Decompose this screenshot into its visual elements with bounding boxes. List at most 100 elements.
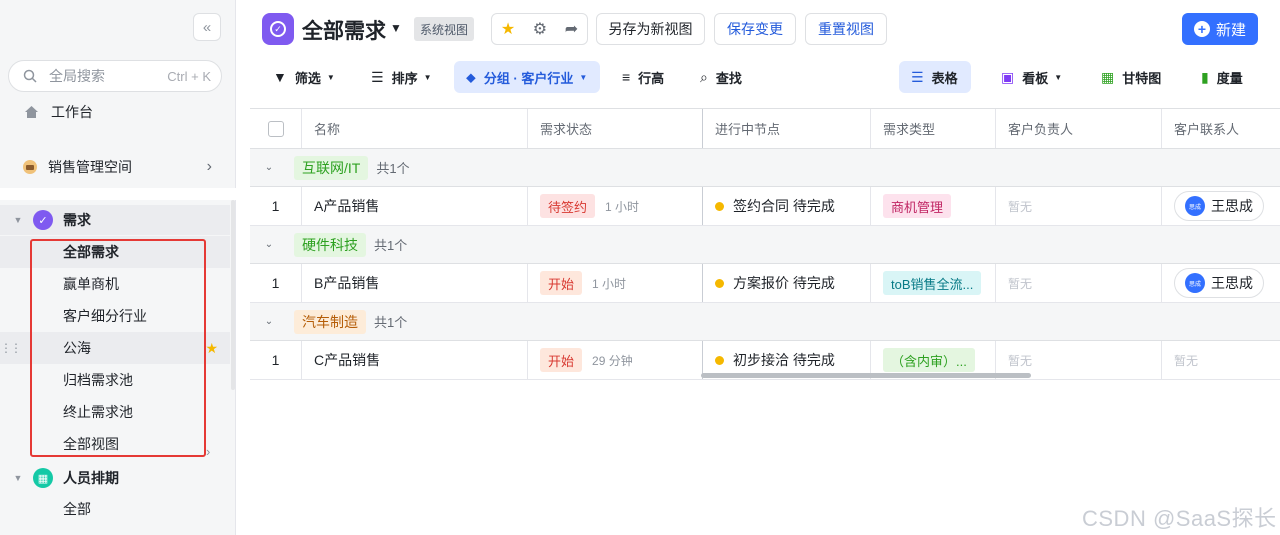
view-tab-gantt[interactable]: ▦ 甘特图 bbox=[1101, 61, 1161, 93]
node-text: 签约合同 待完成 bbox=[733, 198, 835, 214]
group-header-row[interactable]: ⌄ 互联网/IT 共1个 bbox=[250, 149, 1280, 187]
check-circle-icon: ✓ bbox=[33, 210, 53, 230]
column-header-contact[interactable]: 客户联系人 bbox=[1162, 109, 1280, 148]
column-header-status[interactable]: 需求状态 bbox=[528, 109, 703, 148]
page-title[interactable]: 全部需求 bbox=[302, 15, 386, 45]
chevron-down-icon[interactable]: ⌄ bbox=[250, 239, 288, 250]
contact-chip[interactable]: 思成 王思成 bbox=[1174, 268, 1264, 298]
row-height-button[interactable]: ≡ 行高 bbox=[622, 61, 664, 93]
filter-icon: ▼ bbox=[273, 69, 287, 85]
status-dot-icon bbox=[715, 278, 724, 288]
share-icon[interactable]: ➦ bbox=[565, 19, 578, 39]
table-row[interactable]: 1 B产品销售 开始 1 小时 方案报价 待完成 toB销售全流... 暂无 思… bbox=[250, 264, 1280, 303]
status-dot-icon bbox=[715, 355, 724, 365]
cell-status[interactable]: 待签约 1 小时 bbox=[528, 187, 703, 225]
table-row[interactable]: 1 A产品销售 待签约 1 小时 签约合同 待完成 商机管理 暂无 思成 王思成 bbox=[250, 187, 1280, 226]
group-by-button[interactable]: ⬥ 分组 · 客户行业 ▼ bbox=[454, 61, 600, 93]
sidebar-item-public-pool[interactable]: 公海 ★ bbox=[0, 332, 230, 364]
grid-icon: ▦ bbox=[33, 468, 53, 488]
type-tag: 商机管理 bbox=[883, 194, 952, 218]
contact-name: 王思成 bbox=[1211, 275, 1253, 291]
sidebar-item-customer-industry[interactable]: 客户细分行业 bbox=[0, 300, 230, 332]
chevron-right-icon[interactable]: › bbox=[206, 444, 210, 459]
sidebar-item-all-views[interactable]: 全部视图 bbox=[0, 428, 230, 460]
group-header-row[interactable]: ⌄ 硬件科技 共1个 bbox=[250, 226, 1280, 264]
table-header-row: 名称 需求状态 进行中节点 需求类型 客户负责人 客户联系人 bbox=[250, 108, 1280, 149]
sidebar-group-staff-schedule[interactable]: ▼ ▦ 人员排期 bbox=[0, 463, 230, 493]
caret-down-icon[interactable]: ▼ bbox=[390, 21, 402, 35]
caret-down-icon: ▼ bbox=[579, 72, 588, 82]
sidebar-item-all[interactable]: 全部 bbox=[0, 493, 230, 525]
column-header-name[interactable]: 名称 bbox=[302, 109, 528, 148]
column-header-type[interactable]: 需求类型 bbox=[871, 109, 996, 148]
group-tag: 互联网/IT bbox=[294, 155, 369, 180]
contact-chip[interactable]: 思成 王思成 bbox=[1174, 191, 1264, 221]
column-header-node[interactable]: 进行中节点 bbox=[703, 109, 871, 148]
chevron-down-icon[interactable]: ⌄ bbox=[250, 316, 288, 327]
sidebar-item-terminated-pool[interactable]: 终止需求池 bbox=[0, 396, 230, 428]
gear-icon[interactable]: ⚙ bbox=[533, 19, 547, 39]
row-index: 1 bbox=[250, 187, 302, 225]
space-emoji-icon bbox=[23, 160, 37, 174]
search-shortcut: Ctrl + K bbox=[167, 68, 211, 84]
cell-type[interactable]: 商机管理 bbox=[871, 187, 996, 225]
cell-name[interactable]: A产品销售 bbox=[302, 187, 528, 225]
view-actions-group: ★ ⚙ ➦ bbox=[491, 13, 588, 45]
reset-view-button[interactable]: 重置视图 bbox=[805, 13, 887, 45]
cell-contact[interactable]: 思成 王思成 bbox=[1162, 264, 1280, 302]
view-tab-table[interactable]: ☰ 表格 bbox=[899, 61, 971, 93]
column-header-owner[interactable]: 客户负责人 bbox=[996, 109, 1162, 148]
new-button[interactable]: + 新建 bbox=[1182, 13, 1258, 45]
new-button-label: 新建 bbox=[1215, 21, 1246, 39]
cell-status[interactable]: 开始 29 分钟 bbox=[528, 341, 703, 379]
sort-icon: ☰ bbox=[371, 68, 384, 85]
sidebar-item-sales-space[interactable]: 销售管理空间 › bbox=[0, 151, 230, 183]
system-view-badge: 系统视图 bbox=[414, 17, 475, 41]
view-tab-metric[interactable]: ▮ 度量 bbox=[1201, 61, 1243, 93]
type-tag: toB销售全流... bbox=[883, 271, 982, 295]
star-icon[interactable]: ★ bbox=[205, 340, 218, 357]
cell-type[interactable]: toB销售全流... bbox=[871, 264, 996, 302]
star-icon[interactable]: ★ bbox=[501, 19, 515, 39]
sidebar-item-label: 全部 bbox=[63, 501, 91, 517]
cell-node[interactable]: 方案报价 待完成 bbox=[703, 264, 871, 302]
sidebar-item-workbench[interactable]: 工作台 bbox=[0, 96, 230, 128]
collapse-sidebar-button[interactable]: « bbox=[193, 13, 221, 41]
table-horizontal-scrollbar[interactable] bbox=[701, 373, 1031, 378]
cell-owner[interactable]: 暂无 bbox=[996, 187, 1162, 225]
drag-handle-icon[interactable]: ⋮⋮ bbox=[0, 341, 22, 355]
chevron-down-icon[interactable]: ⌄ bbox=[250, 162, 288, 173]
cell-owner[interactable]: 暂无 bbox=[996, 264, 1162, 302]
cell-name[interactable]: B产品销售 bbox=[302, 264, 528, 302]
cell-contact[interactable]: 暂无 bbox=[1162, 341, 1280, 379]
filter-button[interactable]: ▼ 筛选 ▼ bbox=[273, 61, 335, 93]
sidebar-item-label: 公海 bbox=[63, 340, 91, 356]
cell-name[interactable]: C产品销售 bbox=[302, 341, 528, 379]
sort-button[interactable]: ☰ 排序 ▼ bbox=[371, 61, 432, 93]
cell-node[interactable]: 签约合同 待完成 bbox=[703, 187, 871, 225]
save-as-new-view-button[interactable]: 另存为新视图 bbox=[596, 13, 705, 45]
view-tab-kanban[interactable]: ▣ 看板 ▼ bbox=[1001, 61, 1062, 93]
cell-contact[interactable]: 思成 王思成 bbox=[1162, 187, 1280, 225]
caret-down-icon: ▼ bbox=[326, 72, 335, 82]
sidebar-item-won-deals[interactable]: 赢单商机 bbox=[0, 268, 230, 300]
check-circle-icon: ✓ bbox=[270, 21, 286, 37]
sidebar-item-label: 客户细分行业 bbox=[63, 308, 147, 324]
sidebar-scrollbar[interactable] bbox=[231, 200, 235, 390]
cell-status[interactable]: 开始 1 小时 bbox=[528, 264, 703, 302]
select-all-checkbox[interactable] bbox=[267, 120, 284, 137]
group-count: 共1个 bbox=[374, 315, 408, 330]
sidebar-group-requirements[interactable]: ▼ ✓ 需求 bbox=[0, 205, 230, 235]
kanban-icon: ▣ bbox=[1001, 68, 1015, 85]
find-button[interactable]: ⌕ 查找 bbox=[700, 61, 742, 93]
row-index: 1 bbox=[250, 341, 302, 379]
sidebar-item-all-requirements[interactable]: 全部需求 bbox=[0, 236, 230, 268]
status-badge: 开始 bbox=[540, 348, 583, 372]
group-header-row[interactable]: ⌄ 汽车制造 共1个 bbox=[250, 303, 1280, 341]
row-height-label: 行高 bbox=[638, 70, 665, 86]
save-changes-button[interactable]: 保存变更 bbox=[714, 13, 796, 45]
sidebar-item-archived-pool[interactable]: 归档需求池 bbox=[0, 364, 230, 396]
search-placeholder: 全局搜索 bbox=[49, 68, 105, 84]
global-search-input[interactable]: 全局搜索 Ctrl + K bbox=[8, 60, 222, 92]
group-by-label: 分组 · 客户行业 bbox=[483, 70, 574, 86]
